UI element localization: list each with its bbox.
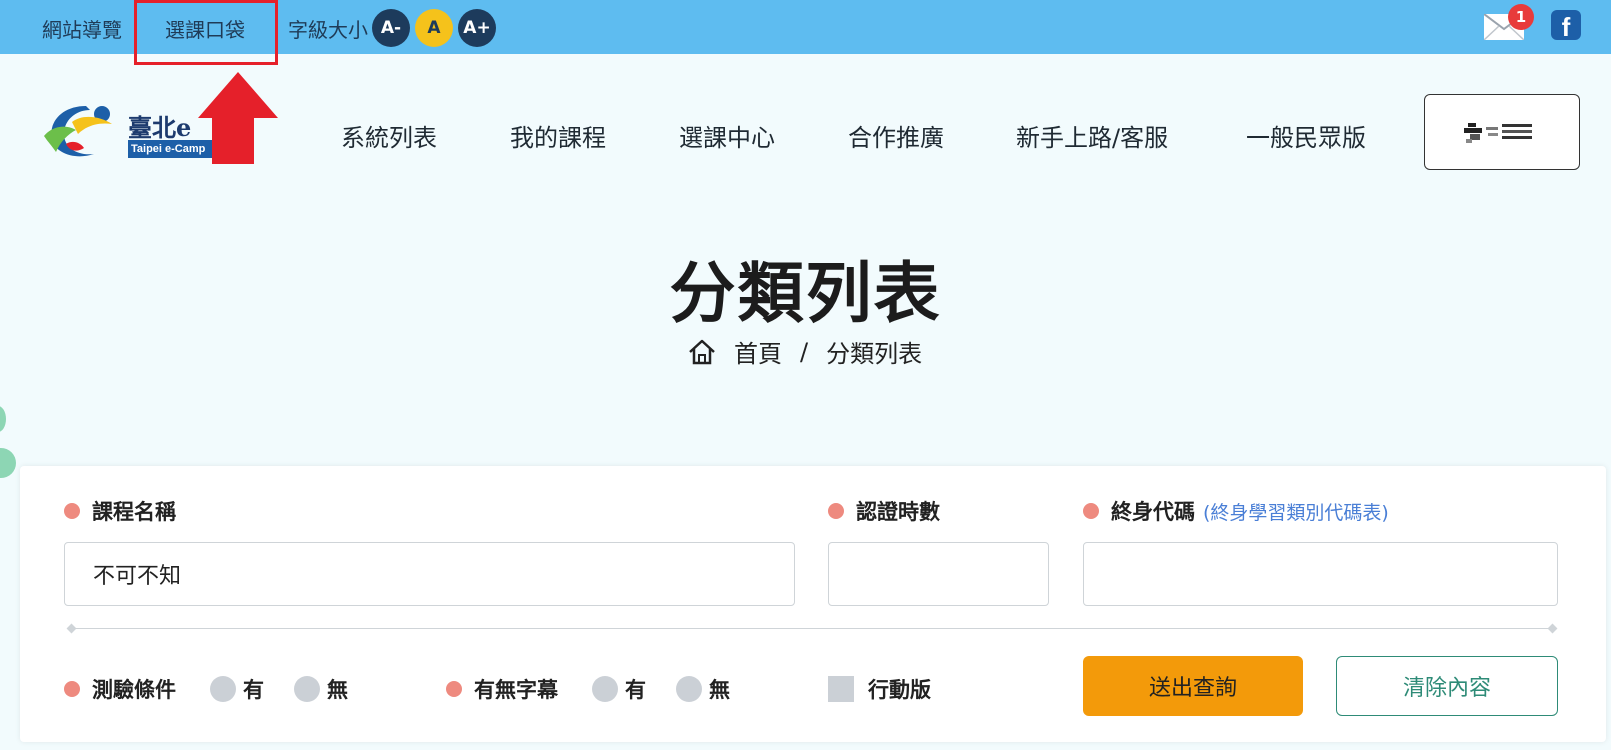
font-normal-button[interactable]: A <box>415 9 453 47</box>
hours-input[interactable] <box>828 542 1049 606</box>
mobile-checkbox[interactable] <box>828 676 854 702</box>
nav-partnership[interactable]: 合作推廣 <box>848 118 944 153</box>
subtitle-no-radio[interactable] <box>676 676 702 702</box>
breadcrumb-separator: / <box>800 337 809 366</box>
subtitle-yes-radio[interactable] <box>592 676 618 702</box>
course-name-input[interactable]: 不可不知 <box>64 542 795 606</box>
quiz-yes-label: 有 <box>243 678 264 702</box>
leaf-decoration <box>0 448 16 478</box>
course-name-label-text: 課程名稱 <box>92 500 176 524</box>
mobile-label: 行動版 <box>868 678 931 702</box>
hours-label: 認證時數 <box>828 496 940 526</box>
quiz-no-radio[interactable] <box>294 676 320 702</box>
nav-course-center[interactable]: 選課中心 <box>679 118 775 153</box>
nav-my-courses[interactable]: 我的課程 <box>510 118 606 153</box>
subtitle-no-label: 無 <box>709 678 730 702</box>
submit-search-button[interactable]: 送出查詢 <box>1083 656 1303 716</box>
user-menu-button[interactable] <box>1424 94 1580 170</box>
breadcrumb: 首頁 / 分類列表 <box>688 334 922 369</box>
leaf-decoration <box>0 406 6 432</box>
subtitle-yes-label: 有 <box>625 678 646 702</box>
red-arrow-icon <box>198 72 278 164</box>
label-dot <box>446 681 462 697</box>
divider <box>72 628 1554 629</box>
nav-public-version[interactable]: 一般民眾版 <box>1246 118 1366 153</box>
code-table-link[interactable]: (終身學習類別代碼表) <box>1203 498 1389 525</box>
logo-text: 臺北e <box>128 113 192 142</box>
code-label: 終身代碼 (終身學習類別代碼表) <box>1083 496 1389 526</box>
blurred-user-name-icon <box>1464 123 1532 143</box>
clear-form-button[interactable]: 清除內容 <box>1336 656 1558 716</box>
code-input[interactable] <box>1083 542 1558 606</box>
quiz-yes-radio[interactable] <box>210 676 236 702</box>
home-icon[interactable] <box>688 339 716 365</box>
quiz-label: 測驗條件 <box>64 674 176 704</box>
font-smaller-button[interactable]: A- <box>372 9 410 47</box>
subtitle-label-text: 有無字幕 <box>474 678 558 702</box>
font-size-label: 字級大小 <box>288 18 368 42</box>
mail-count-badge: 1 <box>1508 4 1534 30</box>
facebook-glyph: f <box>1561 12 1571 40</box>
label-dot <box>1083 503 1099 519</box>
label-dot <box>64 503 80 519</box>
hours-label-text: 認證時數 <box>856 500 940 524</box>
page-title: 分類列表 <box>669 255 942 332</box>
course-name-label: 課程名稱 <box>64 496 176 526</box>
breadcrumb-home[interactable]: 首頁 <box>734 334 782 369</box>
code-label-text: 終身代碼 <box>1111 500 1195 524</box>
quiz-no-label: 無 <box>327 678 348 702</box>
sitemap-link[interactable]: 網站導覽 <box>42 14 122 43</box>
facebook-icon[interactable]: f <box>1551 10 1581 40</box>
subtitle-label: 有無字幕 <box>446 674 558 704</box>
label-dot <box>828 503 844 519</box>
label-dot <box>64 681 80 697</box>
nav-help[interactable]: 新手上路/客服 <box>1016 118 1168 153</box>
font-larger-button[interactable]: A+ <box>458 9 496 47</box>
nav-system-list[interactable]: 系統列表 <box>341 118 437 153</box>
breadcrumb-current: 分類列表 <box>826 340 923 368</box>
quiz-label-text: 測驗條件 <box>92 678 176 702</box>
